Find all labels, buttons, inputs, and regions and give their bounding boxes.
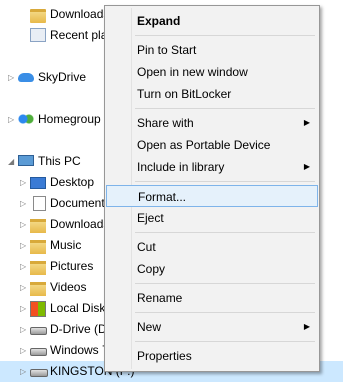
menu-item-properties[interactable]: Properties	[106, 345, 318, 367]
down-icon	[30, 219, 46, 233]
menu-item-label: Rename	[137, 291, 183, 305]
menu-item-label: Cut	[137, 240, 156, 254]
video-icon	[30, 282, 46, 296]
tree-item-label: Videos	[50, 280, 87, 294]
drive-icon	[30, 348, 47, 356]
tree-item-label: Homegroup	[38, 112, 101, 126]
homegroup-icon	[18, 112, 34, 126]
expand-arrow-icon[interactable]: ▷	[20, 361, 26, 382]
drive-icon	[30, 327, 47, 335]
tree-item-label: This PC	[38, 154, 81, 168]
menu-separator	[135, 108, 315, 109]
folder-icon	[30, 9, 46, 23]
menu-separator	[135, 35, 315, 36]
expand-arrow-icon[interactable]: ▷	[20, 319, 26, 340]
menu-item-new[interactable]: New ▶	[106, 316, 318, 338]
menu-item-label: Open as Portable Device	[137, 138, 271, 152]
tree-item-label: Downloads	[50, 217, 110, 231]
expanded-arrow-icon[interactable]: ◢	[8, 151, 14, 172]
menu-item-label: Eject	[137, 211, 164, 225]
expand-arrow-icon[interactable]: ▷	[20, 235, 26, 256]
menu-item-label: Pin to Start	[137, 43, 197, 57]
expand-arrow-icon[interactable]: ▷	[20, 340, 26, 361]
menu-separator	[135, 232, 315, 233]
expand-arrow-icon[interactable]: ▷	[20, 172, 26, 193]
menu-separator	[135, 181, 315, 182]
expand-arrow-icon[interactable]: ▷	[8, 109, 14, 130]
expand-arrow-icon[interactable]: ▷	[20, 193, 26, 214]
menu-item-label: Expand	[137, 14, 181, 28]
menu-item-copy[interactable]: Copy	[106, 258, 318, 280]
menu-item-label: Open in new window	[137, 65, 248, 79]
expand-arrow-icon[interactable]: ▷	[20, 256, 26, 277]
menu-item-label: Turn on BitLocker	[137, 87, 232, 101]
submenu-arrow-icon: ▶	[303, 162, 310, 171]
menu-separator	[135, 312, 315, 313]
menu-separator	[135, 283, 315, 284]
tree-item-label: Documents	[50, 196, 111, 210]
music-icon	[30, 240, 46, 254]
menu-item-label: New	[137, 320, 162, 334]
submenu-arrow-icon: ▶	[303, 118, 310, 127]
menu-item-turn-on-bitlocker[interactable]: Turn on BitLocker	[106, 83, 318, 105]
expand-arrow-icon[interactable]: ▷	[20, 214, 26, 235]
menu-item-open-in-new-window[interactable]: Open in new window	[106, 61, 318, 83]
tree-item-label: Music	[50, 238, 82, 252]
submenu-arrow-icon: ▶	[303, 322, 310, 331]
menu-item-label: Share with	[137, 116, 194, 130]
desktop-icon	[30, 177, 46, 189]
tree-item-label: Desktop	[50, 175, 95, 189]
tree-item-label: Pictures	[50, 259, 94, 273]
tree-item-label: Downloads	[50, 7, 110, 21]
pic-icon	[30, 261, 46, 275]
menu-item-eject[interactable]: Eject	[106, 207, 318, 229]
doc-icon	[33, 196, 46, 211]
menu-item-share-with[interactable]: Share with ▶	[106, 112, 318, 134]
menu-item-open-as-portable-device[interactable]: Open as Portable Device	[106, 134, 318, 156]
menu-item-rename[interactable]: Rename	[106, 287, 318, 309]
menu-item-expand[interactable]: Expand	[106, 10, 318, 32]
menu-item-label: Copy	[137, 262, 166, 276]
menu-item-label: Include in library	[137, 160, 225, 174]
expand-arrow-icon[interactable]: ▷	[20, 298, 26, 319]
recent-icon	[30, 28, 46, 42]
context-menu: Expand Pin to Start Open in new window Turn…	[104, 5, 320, 372]
menu-item-label: Format...	[138, 190, 187, 204]
menu-item-include-in-library[interactable]: Include in library ▶	[106, 156, 318, 178]
tree-item-label: SkyDrive	[38, 70, 87, 84]
menu-item-format[interactable]: Format...	[106, 185, 318, 207]
usb-icon	[30, 369, 48, 377]
pc-icon	[18, 155, 34, 166]
expand-arrow-icon[interactable]: ▷	[20, 277, 26, 298]
disk-win-icon	[30, 301, 46, 317]
menu-item-pin-to-start[interactable]: Pin to Start	[106, 39, 318, 61]
menu-item-cut[interactable]: Cut	[106, 236, 318, 258]
menu-separator	[135, 341, 315, 342]
menu-item-label: Properties	[137, 349, 192, 363]
cloud-icon	[18, 73, 34, 82]
expand-arrow-icon[interactable]: ▷	[8, 67, 14, 88]
